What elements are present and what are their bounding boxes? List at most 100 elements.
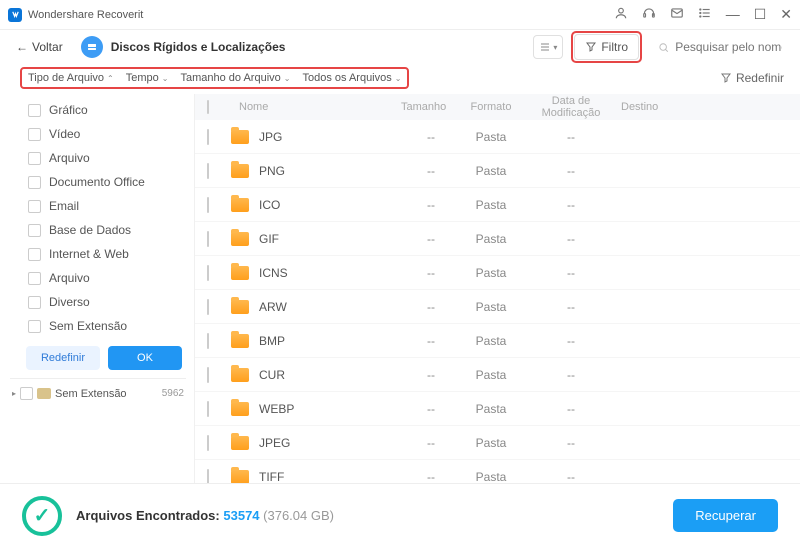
table-row[interactable]: TIFF--Pasta-- bbox=[195, 460, 800, 483]
col-format[interactable]: Formato bbox=[461, 101, 521, 113]
sidebar-item[interactable]: Diverso bbox=[10, 290, 186, 314]
view-toggle[interactable]: ▾ bbox=[533, 35, 563, 59]
row-checkbox[interactable] bbox=[207, 129, 209, 145]
sidebar-reset-button[interactable]: Redefinir bbox=[26, 346, 100, 370]
folder-icon bbox=[231, 334, 249, 348]
row-checkbox[interactable] bbox=[207, 197, 209, 213]
checkbox[interactable] bbox=[28, 296, 41, 309]
app-title: Wondershare Recoverit bbox=[28, 9, 614, 21]
checkbox[interactable] bbox=[28, 224, 41, 237]
row-checkbox[interactable] bbox=[207, 333, 209, 349]
back-button[interactable]: ← Voltar bbox=[10, 36, 69, 58]
col-size[interactable]: Tamanho bbox=[401, 101, 461, 113]
row-size: -- bbox=[401, 368, 461, 382]
sidebar-item[interactable]: Arquivo bbox=[10, 266, 186, 290]
row-name: PNG bbox=[259, 164, 285, 178]
checkbox[interactable] bbox=[28, 152, 41, 165]
sidebar-tree-item[interactable]: ▸ Sem Extensão 5962 bbox=[10, 378, 186, 404]
recover-button[interactable]: Recuperar bbox=[673, 499, 778, 532]
select-all-checkbox[interactable] bbox=[207, 100, 209, 114]
row-checkbox[interactable] bbox=[207, 367, 209, 383]
sidebar-ok-button[interactable]: OK bbox=[108, 346, 182, 370]
maximize-icon[interactable]: ☐ bbox=[754, 6, 767, 23]
table-row[interactable]: JPG--Pasta-- bbox=[195, 120, 800, 154]
disk-icon bbox=[81, 36, 103, 58]
sidebar-item[interactable]: Vídeo bbox=[10, 122, 186, 146]
folder-icon bbox=[231, 130, 249, 144]
row-name: ICO bbox=[259, 198, 280, 212]
sidebar-item-label: Documento Office bbox=[49, 175, 145, 189]
filter-bar: Tipo de Arquivo⌃ Tempo⌄ Tamanho do Arqui… bbox=[0, 64, 800, 94]
row-name: GIF bbox=[259, 232, 279, 246]
checkbox[interactable] bbox=[28, 320, 41, 333]
chevron-right-icon: ▸ bbox=[12, 389, 16, 398]
checkbox[interactable] bbox=[28, 200, 41, 213]
sidebar-item[interactable]: Internet & Web bbox=[10, 242, 186, 266]
tree-label: Sem Extensão bbox=[55, 388, 127, 400]
table-row[interactable]: GIF--Pasta-- bbox=[195, 222, 800, 256]
table-body[interactable]: JPG--Pasta--PNG--Pasta--ICO--Pasta--GIF-… bbox=[195, 120, 800, 483]
row-checkbox[interactable] bbox=[207, 435, 209, 451]
row-name: JPG bbox=[259, 130, 282, 144]
search-input[interactable] bbox=[675, 40, 782, 54]
checkbox[interactable] bbox=[28, 104, 41, 117]
table-row[interactable]: ICO--Pasta-- bbox=[195, 188, 800, 222]
headset-icon[interactable] bbox=[642, 6, 656, 23]
row-modified: -- bbox=[521, 436, 621, 450]
user-icon[interactable] bbox=[614, 6, 628, 23]
row-format: Pasta bbox=[461, 266, 521, 280]
minimize-icon[interactable]: — bbox=[726, 6, 740, 23]
folder-icon bbox=[231, 368, 249, 382]
filter-size[interactable]: Tamanho do Arquivo⌄ bbox=[180, 72, 290, 84]
row-name: ICNS bbox=[259, 266, 288, 280]
table-row[interactable]: PNG--Pasta-- bbox=[195, 154, 800, 188]
row-checkbox[interactable] bbox=[207, 265, 209, 281]
table-row[interactable]: JPEG--Pasta-- bbox=[195, 426, 800, 460]
filter-button[interactable]: Filtro bbox=[574, 34, 639, 60]
filter-time[interactable]: Tempo⌄ bbox=[126, 72, 169, 84]
sidebar-item[interactable]: Gráfico bbox=[10, 98, 186, 122]
row-format: Pasta bbox=[461, 436, 521, 450]
checkbox[interactable] bbox=[20, 387, 33, 400]
checkbox[interactable] bbox=[28, 128, 41, 141]
sidebar-item[interactable]: Arquivo bbox=[10, 146, 186, 170]
row-modified: -- bbox=[521, 334, 621, 348]
app-logo bbox=[8, 8, 22, 22]
row-checkbox[interactable] bbox=[207, 299, 209, 315]
search-box[interactable] bbox=[650, 34, 790, 60]
col-dest[interactable]: Destino bbox=[621, 101, 681, 113]
checkbox[interactable] bbox=[28, 248, 41, 261]
row-size: -- bbox=[401, 130, 461, 144]
filter-type[interactable]: Tipo de Arquivo⌃ bbox=[28, 72, 114, 84]
row-format: Pasta bbox=[461, 130, 521, 144]
col-name[interactable]: Nome bbox=[231, 101, 401, 113]
row-size: -- bbox=[401, 436, 461, 450]
row-modified: -- bbox=[521, 402, 621, 416]
filter-all[interactable]: Todos os Arquivos⌄ bbox=[302, 72, 401, 84]
table-row[interactable]: WEBP--Pasta-- bbox=[195, 392, 800, 426]
close-icon[interactable]: ✕ bbox=[780, 6, 792, 23]
table-row[interactable]: BMP--Pasta-- bbox=[195, 324, 800, 358]
mail-icon[interactable] bbox=[670, 6, 684, 23]
row-checkbox[interactable] bbox=[207, 163, 209, 179]
checkbox[interactable] bbox=[28, 272, 41, 285]
row-checkbox[interactable] bbox=[207, 469, 209, 484]
row-checkbox[interactable] bbox=[207, 231, 209, 247]
row-name: ARW bbox=[259, 300, 287, 314]
col-modified[interactable]: Data de Modificação bbox=[521, 95, 621, 119]
sidebar: GráficoVídeoArquivoDocumento OfficeEmail… bbox=[0, 94, 195, 483]
sidebar-item[interactable]: Base de Dados bbox=[10, 218, 186, 242]
table-row[interactable]: ICNS--Pasta-- bbox=[195, 256, 800, 290]
row-format: Pasta bbox=[461, 402, 521, 416]
checkbox[interactable] bbox=[28, 176, 41, 189]
sidebar-item[interactable]: Sem Extensão bbox=[10, 314, 186, 338]
sidebar-item-label: Base de Dados bbox=[49, 223, 131, 237]
list-icon[interactable] bbox=[698, 6, 712, 23]
sidebar-item[interactable]: Documento Office bbox=[10, 170, 186, 194]
row-modified: -- bbox=[521, 198, 621, 212]
table-row[interactable]: ARW--Pasta-- bbox=[195, 290, 800, 324]
reset-filters[interactable]: Redefinir bbox=[720, 71, 784, 85]
row-checkbox[interactable] bbox=[207, 401, 209, 417]
sidebar-item[interactable]: Email bbox=[10, 194, 186, 218]
table-row[interactable]: CUR--Pasta-- bbox=[195, 358, 800, 392]
